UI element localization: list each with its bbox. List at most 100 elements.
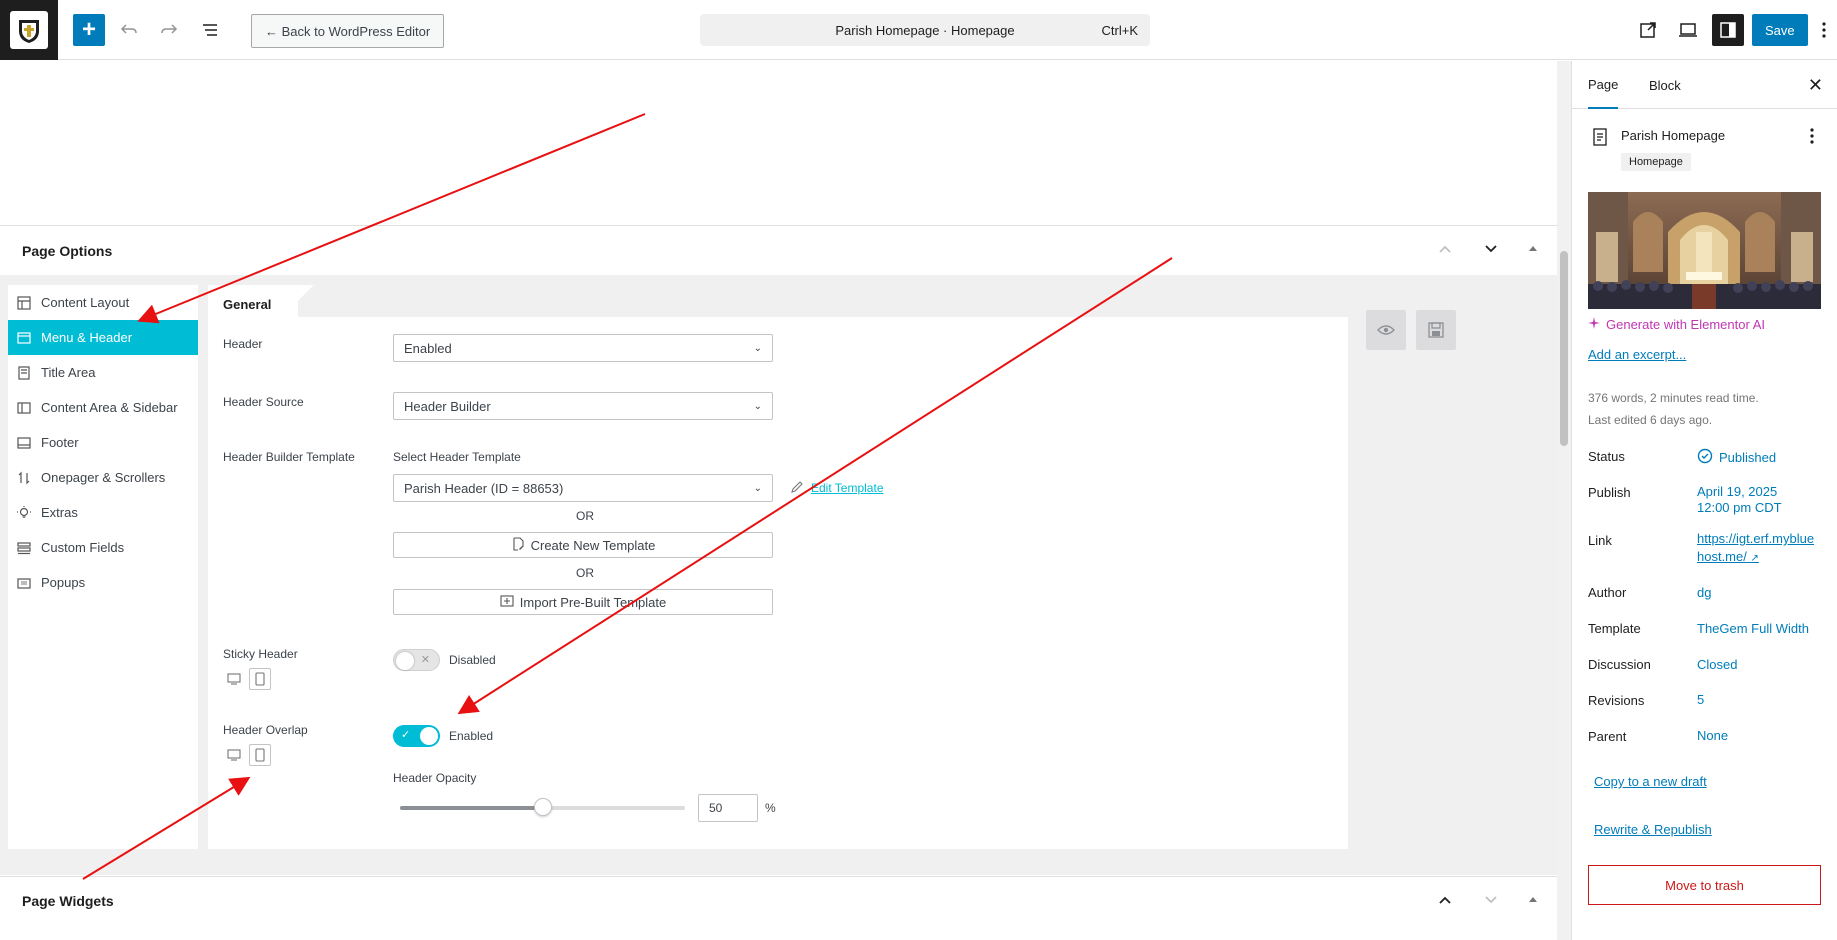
- popup-icon: [17, 576, 31, 590]
- redo-icon[interactable]: [153, 14, 185, 46]
- sidebar-tabs: Page Block ✕: [1572, 61, 1837, 109]
- header-overlap-toggle[interactable]: ✓: [393, 725, 440, 747]
- save-button[interactable]: Save: [1752, 14, 1808, 46]
- document-title-bar[interactable]: Parish Homepage · Homepage Ctrl+K: [700, 14, 1150, 46]
- move-to-trash-button[interactable]: Move to trash: [1588, 865, 1821, 905]
- nav-custom-fields[interactable]: Custom Fields: [8, 530, 198, 565]
- tab-block[interactable]: Block: [1649, 61, 1681, 109]
- slider-fill: [400, 806, 543, 810]
- toggle-knob: [396, 652, 414, 670]
- general-panel: [208, 317, 1348, 849]
- settings-sidebar-toggle-icon[interactable]: [1712, 14, 1744, 46]
- nav-footer[interactable]: Footer: [8, 425, 198, 460]
- nav-content-layout[interactable]: Content Layout: [8, 285, 198, 320]
- template-value[interactable]: TheGem Full Width: [1697, 621, 1809, 637]
- more-options-icon[interactable]: [1814, 14, 1834, 46]
- undo-icon[interactable]: [113, 14, 145, 46]
- back-to-wordpress-editor-button[interactable]: ← Back to WordPress Editor: [251, 14, 445, 48]
- check-icon: ✓: [401, 729, 411, 741]
- header-template-select[interactable]: Parish Header (ID = 88653) ⌄: [393, 474, 773, 502]
- new-template-icon: [511, 536, 525, 554]
- discussion-value[interactable]: Closed: [1697, 657, 1737, 673]
- import-prebuilt-template-button[interactable]: Import Pre-Built Template: [393, 589, 773, 615]
- parent-value[interactable]: None: [1697, 728, 1728, 744]
- header-select[interactable]: Enabled ⌄: [393, 334, 773, 362]
- nav-label: Onepager & Scrollers: [41, 470, 166, 485]
- author-value[interactable]: dg: [1697, 585, 1711, 601]
- chevron-down-icon[interactable]: [1483, 241, 1499, 262]
- save-settings-icon[interactable]: [1416, 310, 1456, 350]
- create-new-template-button[interactable]: Create New Template: [393, 532, 773, 558]
- header-opacity-input[interactable]: 50: [698, 794, 758, 822]
- close-icon: ✕: [420, 654, 430, 666]
- tab-page[interactable]: Page: [1588, 61, 1619, 109]
- nav-popups[interactable]: Popups: [8, 565, 198, 600]
- nav-label: Popups: [41, 575, 86, 590]
- scrollbar-thumb[interactable]: [1560, 251, 1568, 446]
- edit-template-link[interactable]: Edit Template: [811, 481, 884, 495]
- page-widgets-header[interactable]: Page Widgets: [0, 876, 1557, 926]
- import-template-icon: [500, 594, 514, 611]
- sticky-header-state: Disabled: [449, 653, 496, 667]
- site-logo[interactable]: [0, 0, 58, 60]
- mobile-icon[interactable]: [249, 744, 271, 766]
- scroll-icon: [17, 471, 31, 485]
- mobile-icon[interactable]: [249, 668, 271, 690]
- rewrite-republish-link[interactable]: Rewrite & Republish: [1594, 822, 1712, 837]
- slider-handle[interactable]: [533, 798, 552, 816]
- permalink-link[interactable]: https://igt.erf.myblue host.me/ ↗: [1697, 530, 1814, 568]
- sticky-header-label: Sticky Header: [223, 647, 298, 661]
- featured-image[interactable]: [1588, 192, 1821, 309]
- page-actions-icon[interactable]: [1810, 128, 1814, 147]
- sticky-header-toggle[interactable]: ✕: [393, 649, 440, 671]
- publish-date: April 19, 2025: [1697, 484, 1778, 499]
- permalink-line-2: host.me/: [1697, 549, 1747, 564]
- header-source-select[interactable]: Header Builder ⌄: [393, 392, 773, 420]
- page-options-header[interactable]: Page Options: [0, 225, 1557, 275]
- document-overview-icon[interactable]: [194, 14, 226, 46]
- copy-to-draft-link[interactable]: Copy to a new draft: [1594, 774, 1707, 789]
- nav-content-area-sidebar[interactable]: Content Area & Sidebar: [8, 390, 198, 425]
- view-page-icon[interactable]: [1632, 14, 1664, 46]
- nav-label: Title Area: [41, 365, 96, 380]
- page-slug-chip: Homepage: [1621, 153, 1691, 171]
- page-widgets-title: Page Widgets: [22, 893, 114, 909]
- chevron-down-icon: ⌄: [753, 482, 762, 494]
- header-source-value: Header Builder: [404, 398, 491, 414]
- generate-with-ai-button[interactable]: Generate with Elementor AI: [1588, 317, 1765, 332]
- nav-label: Content Area & Sidebar: [41, 400, 178, 415]
- sticky-device-switch: [223, 668, 271, 690]
- revisions-value[interactable]: 5: [1697, 692, 1704, 708]
- desktop-icon[interactable]: [223, 668, 245, 690]
- canvas-scrollbar[interactable]: [1557, 61, 1571, 940]
- device-preview-icon[interactable]: [1672, 14, 1704, 46]
- publish-date-button[interactable]: April 19, 2025 12:00 pm CDT: [1697, 484, 1782, 516]
- overlap-device-switch: [223, 744, 271, 766]
- chevron-down-icon[interactable]: [1483, 892, 1499, 913]
- nav-extras[interactable]: Extras: [8, 495, 198, 530]
- add-excerpt-link[interactable]: Add an excerpt...: [1588, 347, 1686, 362]
- builder-template-label: Header Builder Template: [223, 450, 355, 464]
- nav-menu-header[interactable]: Menu & Header: [8, 320, 198, 355]
- settings-sidebar: Page Block ✕ Parish Homepage Homepage Ge…: [1571, 61, 1837, 940]
- header-opacity-slider[interactable]: [400, 798, 685, 816]
- status-value-button[interactable]: Published: [1697, 448, 1776, 467]
- page-document-icon: [1592, 128, 1608, 149]
- add-block-button[interactable]: +: [73, 14, 105, 46]
- header-overlap-state: Enabled: [449, 729, 494, 743]
- collapse-triangle-icon[interactable]: [1527, 241, 1539, 259]
- page-title: Parish Homepage: [1621, 128, 1726, 143]
- chevron-up-icon[interactable]: [1437, 892, 1453, 913]
- chevron-up-icon[interactable]: [1437, 241, 1453, 262]
- nav-title-area[interactable]: Title Area: [8, 355, 198, 390]
- collapse-triangle-icon[interactable]: [1527, 892, 1539, 910]
- desktop-icon[interactable]: [223, 744, 245, 766]
- nav-label: Menu & Header: [41, 330, 133, 345]
- or-divider: OR: [576, 509, 594, 523]
- header-icon: [17, 331, 31, 345]
- close-icon[interactable]: ✕: [1808, 75, 1823, 96]
- nav-onepager-scrollers[interactable]: Onepager & Scrollers: [8, 460, 198, 495]
- external-link-icon: ↗: [1750, 553, 1759, 564]
- parent-label: Parent: [1588, 729, 1627, 744]
- preview-eye-icon[interactable]: [1366, 310, 1406, 350]
